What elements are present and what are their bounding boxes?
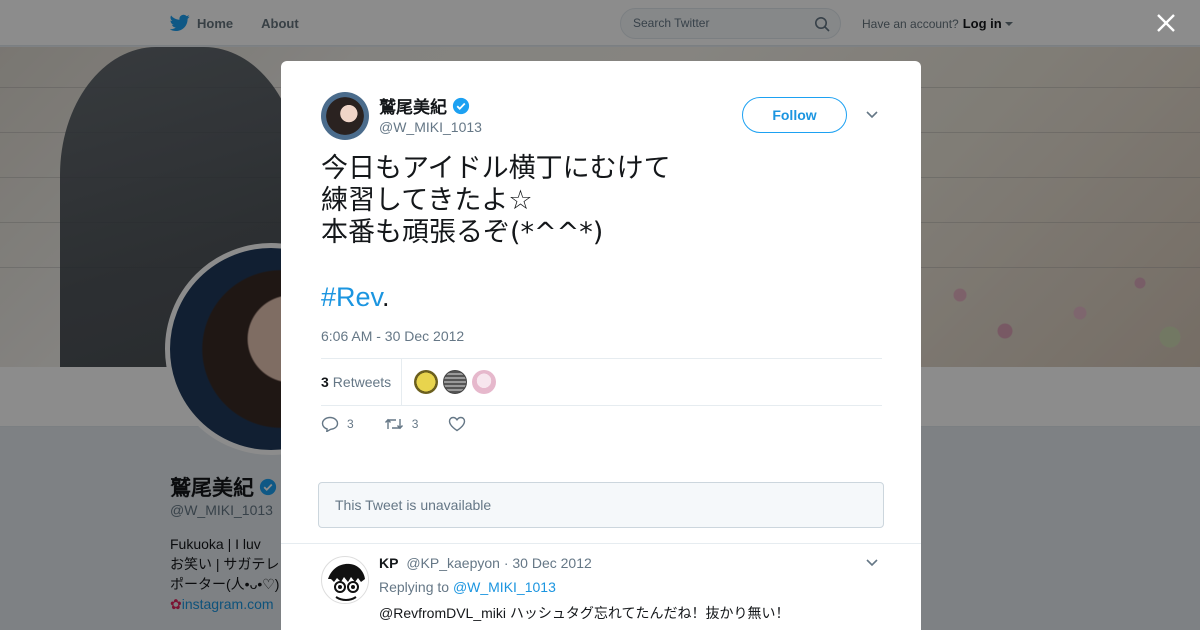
tweet-modal: 鷲尾美紀 @W_MIKI_1013 Follow 今日もアイドル横丁にむけて 練… bbox=[281, 61, 921, 630]
tweet-timestamp[interactable]: 6:06 AM - 30 Dec 2012 bbox=[321, 328, 464, 344]
reply-author-avatar[interactable] bbox=[321, 556, 369, 604]
follow-button[interactable]: Follow bbox=[742, 97, 847, 133]
replying-to: Replying to @W_MIKI_1013 bbox=[379, 579, 556, 595]
reply-author-handle[interactable]: @KP_kaepyon bbox=[406, 555, 500, 571]
tweet-hashtag-line: #Rev. bbox=[321, 281, 390, 313]
author-avatar[interactable] bbox=[321, 92, 369, 140]
retweeter-avatar[interactable] bbox=[443, 370, 468, 394]
retweet-label[interactable]: Retweets bbox=[333, 374, 391, 390]
tweet-actions: 3 3 bbox=[321, 416, 504, 432]
tweet-text-line: 今日もアイドル横丁にむけて bbox=[321, 153, 671, 184]
reply-divider bbox=[281, 543, 921, 544]
reply-action[interactable]: 3 bbox=[321, 416, 354, 432]
retweet-action[interactable]: 3 bbox=[384, 417, 419, 431]
reply-avatar-image bbox=[323, 558, 368, 603]
tweet-text: 今日もアイドル横丁にむけて 練習してきたよ☆ 本番も頑張るぞ(*^^*) bbox=[321, 153, 881, 249]
author-handle[interactable]: @W_MIKI_1013 bbox=[379, 119, 482, 135]
replying-to-mention[interactable]: @W_MIKI_1013 bbox=[453, 579, 556, 595]
reply-author-name[interactable]: KP bbox=[379, 555, 398, 571]
reply-date[interactable]: · 30 Dec 2012 bbox=[504, 555, 592, 571]
reply-text: @RevfromDVL_miki ハッシュタグ忘れてたんだね！抜かり無い！ bbox=[379, 605, 790, 621]
like-action[interactable] bbox=[448, 416, 474, 432]
retweeter-avatar[interactable] bbox=[472, 370, 497, 394]
chevron-down-icon[interactable] bbox=[866, 110, 878, 120]
tweet-stats: 3 Retweets bbox=[321, 358, 882, 406]
reply-header: KP @KP_kaepyon · 30 Dec 2012 bbox=[379, 555, 592, 571]
retweeter-avatar[interactable] bbox=[414, 370, 439, 394]
hashtag-suffix: . bbox=[382, 282, 390, 312]
tweet-text-line: 練習してきたよ☆ bbox=[321, 185, 533, 216]
author-name-text: 鷲尾美紀 bbox=[379, 98, 447, 117]
replying-to-label: Replying to bbox=[379, 579, 450, 595]
author-name[interactable]: 鷲尾美紀 bbox=[379, 93, 470, 118]
tweet-text-line: 本番も頑張るぞ(*^^*) bbox=[321, 217, 604, 248]
hashtag-link[interactable]: #Rev bbox=[321, 282, 382, 312]
close-icon[interactable] bbox=[1155, 12, 1177, 34]
reply-icon bbox=[321, 416, 339, 432]
heart-icon bbox=[449, 416, 466, 432]
retweet-icon bbox=[384, 418, 403, 430]
stats-divider bbox=[401, 359, 403, 405]
retweet-count[interactable]: 3 bbox=[321, 374, 329, 390]
reply-count: 3 bbox=[347, 417, 354, 431]
retweet-action-count: 3 bbox=[411, 417, 419, 431]
unavailable-tweet-notice: This Tweet is unavailable bbox=[318, 482, 884, 528]
chevron-down-icon[interactable] bbox=[866, 558, 878, 568]
verified-badge-icon bbox=[452, 97, 470, 114]
